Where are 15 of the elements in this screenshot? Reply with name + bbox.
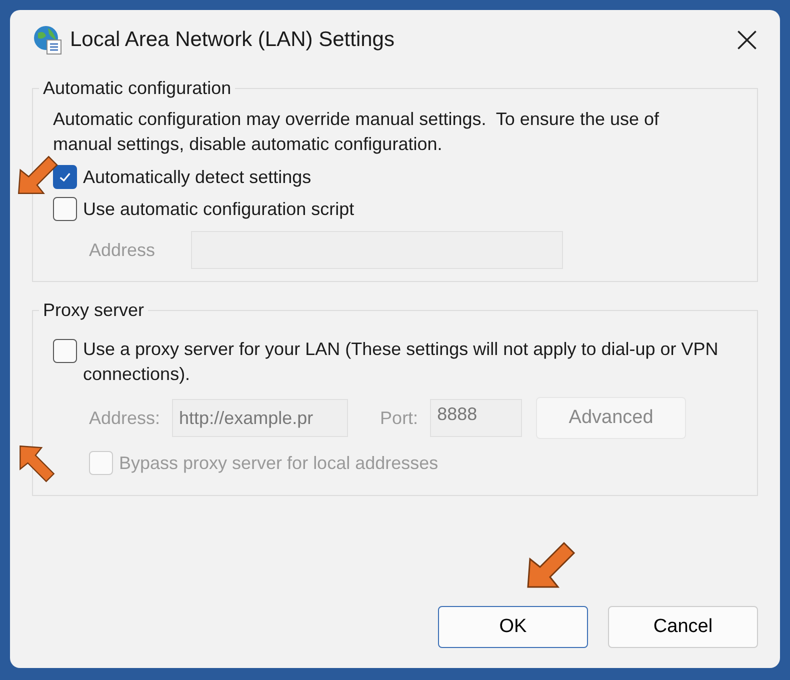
dialog-button[interactable]: OK [438,606,588,648]
field-label: Port: [380,408,418,428]
checkbox-option[interactable]: Use automatic configuration script [53,197,354,221]
check-icon [58,170,72,184]
group-heading: Proxy server [42,300,146,321]
description-text: Automatic configuration may override manual settings. To ensure the use of manual settings, disable automatic configuration. [53,108,660,156]
checkbox-option[interactable]: Use a proxy server for your LAN (These settings will not apply to dial-up or VPN connections). [53,337,723,387]
globe-icon [32,24,64,56]
group-heading: Automatic configuration [42,78,232,99]
dialog-button[interactable]: Cancel [608,606,758,648]
close-icon[interactable] [736,29,758,51]
checkbox-option[interactable]: Automatically detect settings [53,165,312,189]
window-title: Local Area Network (LAN) Settings [70,28,396,52]
field-label: Address [89,240,156,260]
field-label: Address: [89,408,160,428]
